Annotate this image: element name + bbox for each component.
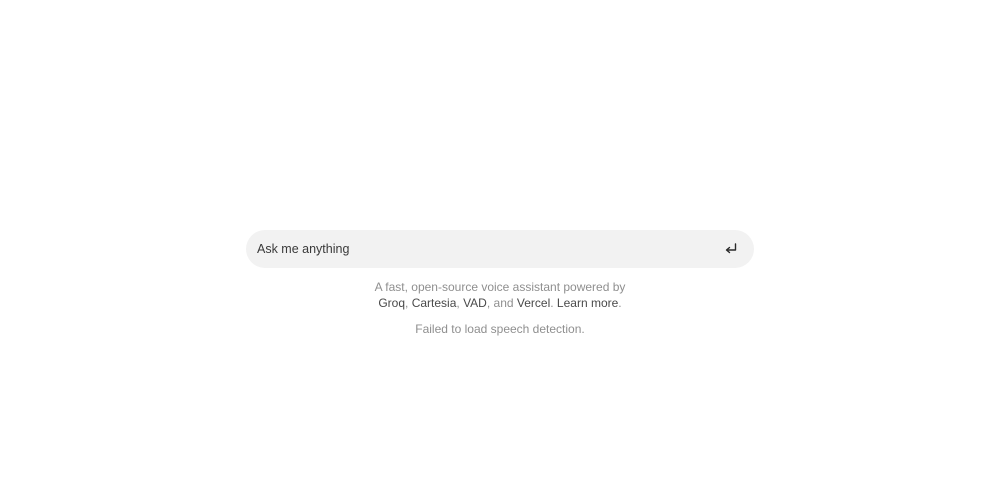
separator: . bbox=[550, 296, 557, 310]
cartesia-link[interactable]: Cartesia bbox=[412, 296, 457, 310]
prompt-input[interactable] bbox=[257, 230, 720, 268]
groq-link[interactable]: Groq bbox=[378, 296, 405, 310]
enter-return-icon bbox=[725, 243, 737, 254]
status-message-text: Failed to load speech detection. bbox=[415, 322, 585, 336]
learn-more-link[interactable]: Learn more bbox=[557, 296, 618, 310]
vad-link[interactable]: VAD bbox=[463, 296, 487, 310]
vercel-link[interactable]: Vercel bbox=[517, 296, 550, 310]
page: A fast, open-source voice assistant powe… bbox=[0, 0, 1000, 498]
footer-intro: A fast, open-source voice assistant powe… bbox=[0, 279, 1000, 295]
separator: , bbox=[405, 296, 412, 310]
prompt-form bbox=[246, 230, 754, 268]
separator: . bbox=[618, 296, 622, 310]
separator: , and bbox=[486, 296, 517, 310]
status-message: Failed to load speech detection. bbox=[0, 321, 1000, 337]
footer-intro-text: A fast, open-source voice assistant powe… bbox=[374, 280, 626, 294]
submit-button[interactable] bbox=[720, 238, 742, 260]
footer-credits: Groq, Cartesia, VAD, and Vercel. Learn m… bbox=[0, 295, 1000, 311]
